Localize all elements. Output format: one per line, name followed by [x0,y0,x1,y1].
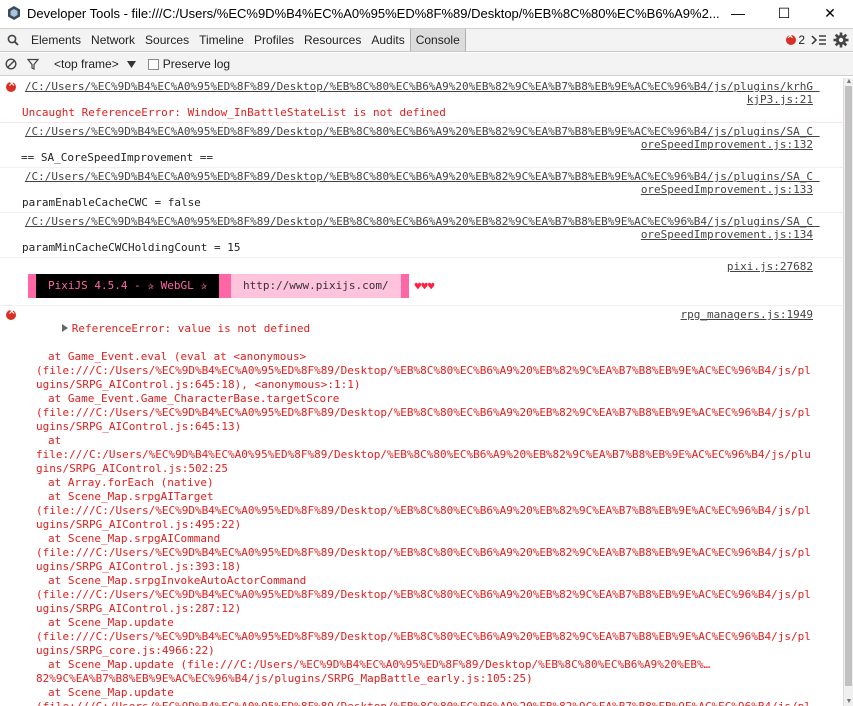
pixi-hearts: ♥♥♥ [414,279,435,293]
source-link[interactable]: /C:/Users/%EC%9D%B4%EC%A0%95%ED%8F%89/De… [22,80,813,106]
pixi-banner-stripe [400,274,409,298]
source-link[interactable]: rpg_managers.js:1949 [681,308,813,321]
message-text: Uncaught ReferenceError: Window_InBattle… [22,106,446,119]
stack-frame-line: (file:///C:/Users/%EC%9D%B4%EC%A0%95%ED%… [36,364,811,391]
error-count: 2 [798,33,805,47]
scroll-down-arrow-icon[interactable]: ▼ [844,698,853,706]
pixi-banner: PixiJS 4.5.4 - ✰ WebGL ✰ http://www.pixi… [28,273,813,299]
stack-frame-line: at Scene_Map.update (file:///C:/Users/%E… [48,658,711,671]
source-link[interactable]: /C:/Users/%EC%9D%B4%EC%A0%95%ED%8F%89/De… [22,125,813,151]
title-bar: Developer Tools - file:///C:/Users/%EC%9… [0,0,853,26]
tab-sources[interactable]: Sources [140,29,194,51]
tab-profiles[interactable]: Profiles [249,29,299,51]
console-message-error: /C:/Users/%EC%9D%B4%EC%A0%95%ED%8F%89/De… [0,78,843,123]
stack-header[interactable]: ReferenceError: value is not defined [22,308,310,350]
maximize-button[interactable]: ☐ [761,0,807,26]
tab-console[interactable]: Console [409,29,466,51]
filter-icon[interactable] [22,53,44,75]
stack-frame-line: at Scene_Map.srpgInvokeAutoActorCommand [48,574,307,587]
console-messages: /C:/Users/%EC%9D%B4%EC%A0%95%ED%8F%89/De… [0,78,843,706]
console-scrollbar[interactable]: ▲ ▼ [843,78,853,706]
source-link[interactable]: /C:/Users/%EC%9D%B4%EC%A0%95%ED%8F%89/De… [22,170,813,196]
pixi-banner-stripe [28,274,36,298]
stack-frame-line: 82%9C%EA%B7%B8%EB%9E%AC%EC%96%B4/js/plug… [36,672,533,685]
expand-triangle-icon[interactable] [61,324,68,332]
stack-frame-line: (file:///C:/Users/%EC%9D%B4%EC%A0%95%ED%… [36,406,811,433]
pixi-banner-title: PixiJS 4.5.4 - ✰ WebGL ✰ [36,274,219,298]
error-counter[interactable]: 2 [786,31,805,47]
stack-frame-line: at Scene_Map.srpgAITarget [48,490,214,503]
minimize-button[interactable]: — [715,0,761,26]
stack-frame-line: (file:///C:/Users/%EC%9D%B4%EC%A0%95%ED%… [36,546,811,573]
console-message-log: /C:/Users/%EC%9D%B4%EC%A0%95%ED%8F%89/De… [0,168,843,213]
console-message-log: /C:/Users/%EC%9D%B4%EC%A0%95%ED%8F%89/De… [0,213,843,258]
error-icon [786,31,797,45]
scroll-up-arrow-icon[interactable]: ▲ [844,78,853,86]
frame-selector-value: <top frame> [54,57,119,71]
source-link[interactable]: /C:/Users/%EC%9D%B4%EC%A0%95%ED%8F%89/De… [22,215,813,241]
pixi-banner-url[interactable]: http://www.pixijs.com/ [230,274,401,298]
tab-audits[interactable]: Audits [366,29,409,51]
toolbar-right: 2 [786,29,849,51]
devtools-tabbar: Elements Network Sources Timeline Profil… [0,28,853,52]
tab-resources[interactable]: Resources [299,29,366,51]
stack-frame-line: at Array.forEach (native) [48,476,214,489]
search-icon[interactable] [0,29,26,51]
console-message-error: ReferenceError: value is not defined rpg… [0,306,843,706]
preserve-log-checkbox[interactable] [147,58,159,70]
preserve-log-label: Preserve log [162,57,231,71]
stack-frame-line: at Scene_Map.update [48,686,174,699]
message-text: == SA_CoreSpeedImprovement == [21,151,214,164]
message-text: paramEnableCacheCWC = false [22,196,201,209]
settings-gear-icon[interactable] [833,32,849,48]
dock-drawer-icon[interactable] [811,34,827,46]
stack-frame-line: (file:///C:/Users/%EC%9D%B4%EC%A0%95%ED%… [36,630,811,657]
error-icon [6,79,16,92]
stack-frame-line: (file:///C:/Users/%EC%9D%B4%EC%A0%95%ED%… [22,700,813,706]
stack-header-text: ReferenceError: value is not defined [71,322,311,335]
tab-timeline[interactable]: Timeline [194,29,249,51]
source-link[interactable]: pixi.js:27682 [22,260,813,273]
clear-console-icon[interactable] [0,53,22,75]
dropdown-arrow-icon [126,60,136,68]
console-message-log: /C:/Users/%EC%9D%B4%EC%A0%95%ED%8F%89/De… [0,123,843,168]
pixi-banner-stripe [218,274,231,298]
console-toolbar: <top frame> Preserve log [0,53,853,76]
stack-frame-line: at [48,434,62,447]
devtools-app-icon [8,6,20,20]
window-controls: — ☐ ✕ [715,0,853,26]
stack-frame-line: at Game_Event.Game_CharacterBase.targetS… [48,392,340,405]
stack-trace: at Game_Event.eval (eval at <anonymous>(… [22,350,813,706]
close-button[interactable]: ✕ [807,0,853,26]
frame-selector[interactable]: <top frame> [54,57,136,71]
tab-network[interactable]: Network [86,29,140,51]
error-icon [6,307,16,320]
console-message-pixi: pixi.js:27682 PixiJS 4.5.4 - ✰ WebGL ✰ h… [0,258,843,306]
tab-elements[interactable]: Elements [26,29,86,51]
message-text: paramMinCacheCWCHoldingCount = 15 [22,241,241,254]
stack-frame-line: (file:///C:/Users/%EC%9D%B4%EC%A0%95%ED%… [36,588,811,615]
window-title: Developer Tools - file:///C:/Users/%EC%9… [27,5,720,21]
stack-frame-line: file:///C:/Users/%EC%9D%B4%EC%A0%95%ED%8… [36,448,811,475]
stack-frame-line: at Scene_Map.update [48,616,174,629]
stack-frame-line: at Game_Event.eval (eval at <anonymous> [48,350,307,363]
stack-frame-line: at Scene_Map.srpgAICommand [48,532,221,545]
stack-frame-line: (file:///C:/Users/%EC%9D%B4%EC%A0%95%ED%… [36,504,811,531]
scroll-thumb[interactable] [845,86,852,686]
